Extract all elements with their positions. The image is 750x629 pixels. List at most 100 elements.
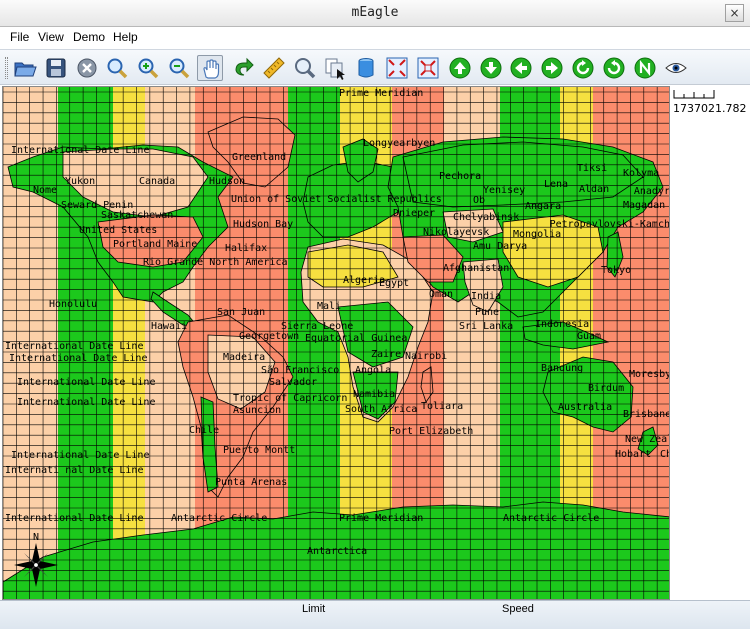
label-namibia: Namibia [353,389,395,400]
label-nome: Nome [33,185,57,196]
map-canvas[interactable]: Prime Meridian Prime Meridian Internatio… [2,86,670,600]
zoom-button[interactable] [104,55,130,81]
menu-demo[interactable]: Demo [73,30,105,44]
label-salvador: Salvador [269,377,317,388]
full-extent-button[interactable] [415,55,441,81]
zoom-in-button[interactable] [135,55,161,81]
status-speed: Speed [502,603,534,615]
label-halifax: Halifax [225,243,267,254]
label-port-elizabeth: Port Elizabeth [389,426,473,437]
label-australia: Australia [558,402,612,413]
label-yukon: Yukon [65,176,95,187]
label-hudson: Hudson [209,176,245,187]
find-button[interactable] [292,55,318,81]
rotate-left-button[interactable] [570,55,596,81]
menu-file[interactable]: File [10,30,29,44]
find-icon [295,58,316,79]
fit-extent-button[interactable] [384,55,410,81]
label-hawaii: Hawaii [151,321,187,332]
label-indonesia: Indonesia [535,319,589,330]
north-up-button[interactable] [632,55,658,81]
label-madeira: Madeira [223,352,265,363]
label-intl-date-line: International Date Line [9,353,147,364]
pan-left-button[interactable] [508,55,534,81]
label-amu-darya: Amu Darya [473,241,527,252]
stop-icon [77,58,97,78]
label-new-zealand: New Zealand [625,434,670,445]
label-yenisey: Yenisey [483,185,525,196]
label-antarctic-circle: Antarctic Circle [171,513,267,524]
copy-icon [325,58,345,80]
label-moresby: Moresby [629,369,670,380]
menu-view[interactable]: View [38,30,64,44]
label-saskatchewan: Saskatchewan [101,210,173,221]
label-toliara: Toliara [421,401,463,412]
fit-extent-icon [386,57,408,79]
rotate-right-icon [603,57,625,79]
close-button[interactable]: × [725,4,744,22]
rotate-right-button[interactable] [601,55,627,81]
label-punta-arenas: Punta Arenas [215,477,287,488]
label-canada: Canada [139,176,175,187]
refresh-button[interactable] [230,55,256,81]
label-intl-date-line: International Date Line [11,450,149,461]
label-bandung: Bandung [541,363,583,374]
world-map[interactable]: Prime Meridian Prime Meridian Internatio… [3,87,670,600]
zoom-in-icon [138,58,159,79]
arrow-up-icon [449,57,471,79]
label-zaire: Zaire [371,349,401,360]
label-tiksi: Tiksi [577,163,607,174]
label-chelyabinsk: Chelyabinsk [453,212,519,223]
full-extent-icon [417,57,439,79]
label-intl-date-line: International Date Line [5,341,143,352]
label-christchurch: Christchurch [660,449,670,460]
label-egypt: Egypt [379,278,409,289]
layers-button[interactable] [353,55,379,81]
refresh-icon [235,57,254,76]
pan-down-button[interactable] [478,55,504,81]
zoom-out-button[interactable] [166,55,192,81]
north-icon [634,57,656,79]
database-icon [358,58,374,78]
view-button[interactable] [663,55,689,81]
label-ob: Ob [473,195,485,206]
label-chile: Chile [189,425,219,436]
menu-help[interactable]: Help [113,30,138,44]
label-hudson-bay: Hudson Bay [233,219,293,230]
pan-up-button[interactable] [447,55,473,81]
label-magadan: Magadan [623,200,665,211]
label-mongolia: Mongolia [513,229,561,240]
label-kolyma: Kolyma [623,168,659,179]
copy-button[interactable] [322,55,348,81]
label-antarctica: Antarctica [307,546,367,557]
label-angara: Angara [525,201,561,212]
scale-readout: 1737021.782 m [673,102,750,115]
label-portland-maine: Portland Maine [113,239,197,250]
label-longyearbyen: Longyearbyen [363,138,435,149]
status-limit: Limit [302,603,326,615]
status-bar: Limit Speed [0,600,750,629]
label-anadyr: Anadyr [634,186,670,197]
pan-button[interactable] [197,55,223,81]
label-pune: Pune [475,307,499,318]
label-nikolayevsk: Nikolayevsk [423,227,489,238]
label-birdum: Birdum [588,383,624,394]
label-san-juan: San Juan [217,307,265,318]
window-title: mEagle [351,5,399,20]
toolbar-grip[interactable] [5,57,8,79]
open-button[interactable] [12,55,38,81]
pan-right-button[interactable] [539,55,565,81]
measure-button[interactable] [261,55,287,81]
arrow-down-icon [480,57,502,79]
menu-bar: File View Demo Help [0,27,750,49]
title-bar: mEagle × [0,0,750,27]
pan-hand-icon [203,59,220,79]
label-rio-grande: Rio Grande North America [143,257,288,268]
scale-bar-icon [673,90,715,99]
arrow-right-icon [541,57,563,79]
stop-button[interactable] [74,55,100,81]
label-intl-date-line: International Date Line [17,397,155,408]
save-button[interactable] [43,55,69,81]
label-tropic: Tropic of Capricorn [233,393,347,404]
label-angola: Angola [355,365,391,376]
